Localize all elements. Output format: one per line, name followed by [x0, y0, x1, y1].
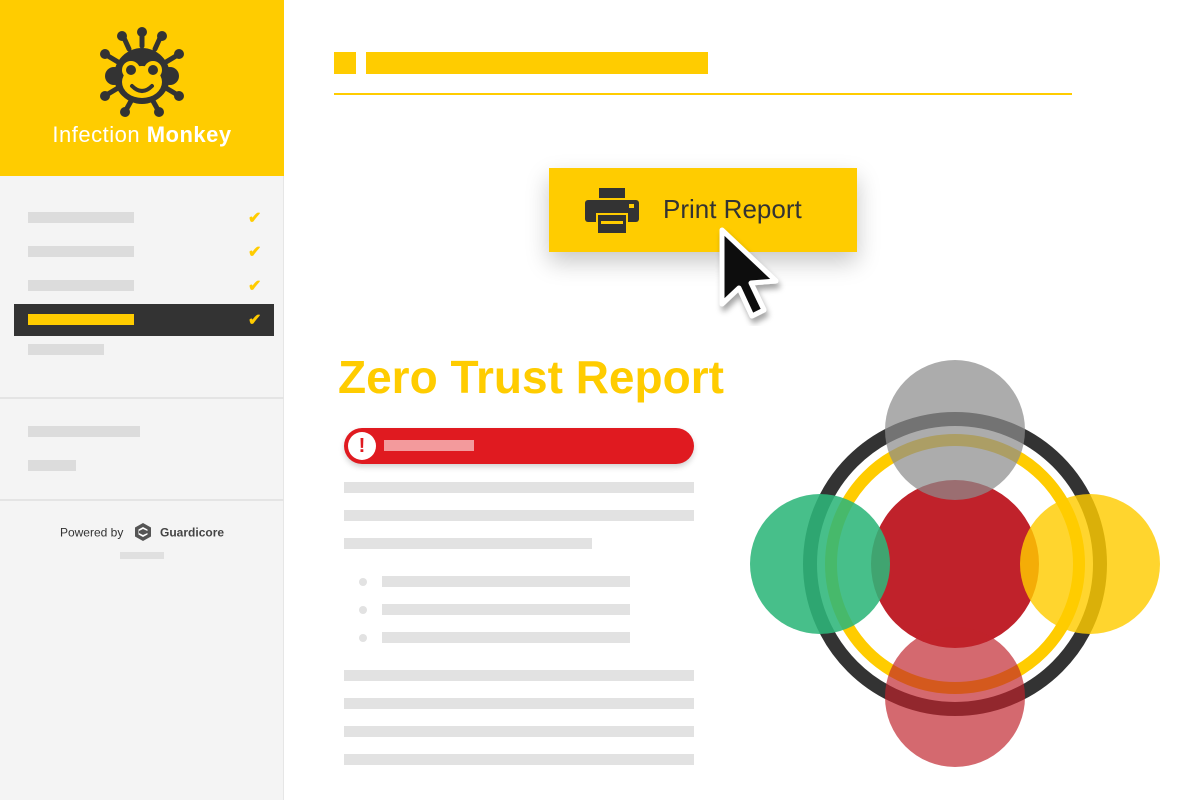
text-line-placeholder [344, 538, 592, 549]
text-line-placeholder [344, 754, 694, 765]
alert-banner: ! [344, 428, 694, 464]
page: Infection Monkey ✔ ✔ ✔ ✔ Powered by Guar… [0, 0, 1200, 800]
red-circle [885, 627, 1025, 767]
brand-name: Infection Monkey [0, 122, 284, 148]
list-item-placeholder [382, 604, 630, 615]
version-placeholder [120, 552, 164, 559]
zero-trust-pillars-graphic [750, 360, 1160, 767]
exclamation-icon: ! [348, 432, 376, 460]
guardicore-logo-icon [133, 522, 153, 545]
list-item-placeholder [382, 632, 630, 643]
sidebar-item-5[interactable] [14, 338, 274, 370]
brand-name-light: Infection [52, 122, 141, 147]
check-icon: ✔ [248, 278, 262, 295]
sidebar-item-label-placeholder [28, 246, 134, 257]
text-line-placeholder [344, 670, 694, 681]
sidebar-item-4-active[interactable]: ✔ [14, 304, 274, 336]
text-line-placeholder [344, 726, 694, 737]
guardicore-name: Guardicore [160, 525, 225, 540]
header-square [334, 52, 356, 74]
sidebar-item-2[interactable]: ✔ [14, 236, 274, 268]
monkey-logo-icon [100, 27, 184, 117]
sidebar-item-label-placeholder [28, 280, 134, 291]
text-line-placeholder [344, 482, 694, 493]
brand-header[interactable]: Infection Monkey [0, 0, 284, 176]
sidebar-item-label-placeholder [28, 314, 134, 325]
yellow-circle [1020, 494, 1160, 634]
gray-circle [885, 360, 1025, 500]
header-underline [334, 93, 1072, 95]
sidebar-divider [0, 499, 284, 501]
printer-icon [585, 188, 639, 234]
powered-by-label: Powered by [59, 525, 124, 540]
sidebar-item-3[interactable]: ✔ [14, 270, 274, 302]
sidebar-item-1[interactable]: ✔ [14, 202, 274, 234]
green-circle [750, 494, 890, 634]
check-icon: ✔ [248, 244, 262, 261]
bullet-icon [359, 606, 367, 614]
header-title-placeholder [366, 52, 708, 74]
report-title: Zero Trust Report [338, 351, 724, 403]
brand-name-bold: Monkey [146, 122, 232, 147]
mouse-pointer-icon [719, 227, 779, 319]
print-report-button[interactable]: Print Report [549, 168, 857, 252]
sidebar-item-label-placeholder [28, 344, 104, 355]
text-line-placeholder [344, 510, 694, 521]
powered-by: Powered by Guardicore [0, 522, 284, 545]
bullet-icon [359, 634, 367, 642]
list-item-placeholder [382, 576, 630, 587]
sidebar-divider [0, 397, 284, 399]
alert-text-placeholder [384, 440, 474, 451]
sidebar-link-placeholder[interactable] [28, 460, 76, 471]
sidebar: Infection Monkey ✔ ✔ ✔ ✔ Powered by Guar… [0, 0, 284, 800]
sidebar-item-label-placeholder [28, 212, 134, 223]
check-icon: ✔ [248, 210, 262, 227]
sidebar-link-placeholder[interactable] [28, 426, 140, 437]
center-circle [871, 480, 1039, 648]
bullet-icon [359, 578, 367, 586]
text-line-placeholder [344, 698, 694, 709]
print-report-label: Print Report [663, 194, 802, 224]
check-icon: ✔ [248, 312, 262, 329]
